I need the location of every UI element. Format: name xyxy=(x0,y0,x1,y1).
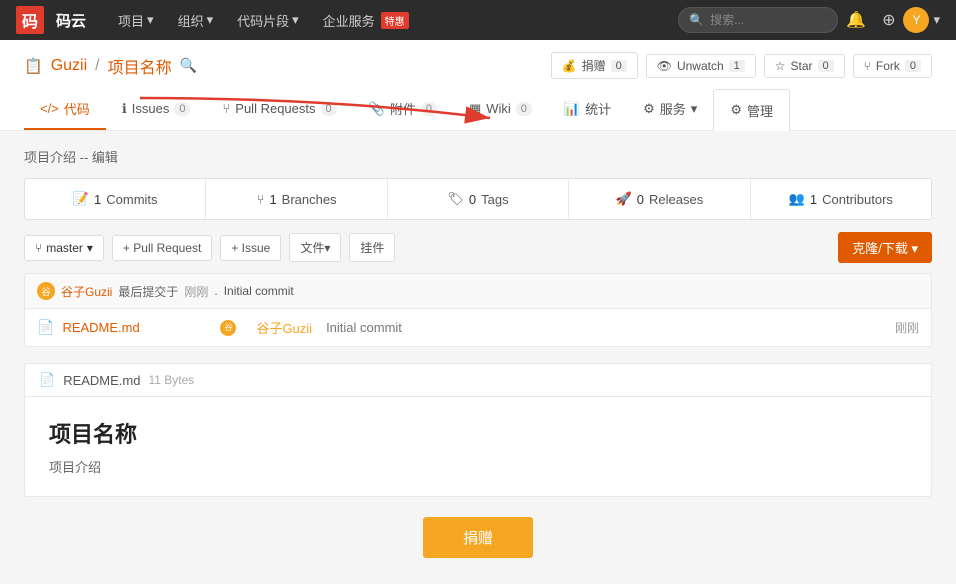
last-commit-bar: 谷 谷子Guzii 最后提交于 刚刚 . Initial commit xyxy=(24,273,932,309)
nav-item-projects[interactable]: 项目 ▾ xyxy=(106,0,166,40)
readme-section: 📄 README.md 11 Bytes 项目名称 项目介绍 xyxy=(24,363,932,497)
tab-nav: </> 代码 ℹ Issues 0 ⑂ Pull Requests 0 📎 附件… xyxy=(24,89,932,130)
file-row: 📄 README.md 谷 谷子Guzii Initial commit 刚刚 xyxy=(25,309,931,346)
fork-icon: ⑂ xyxy=(864,59,871,73)
logo-icon[interactable]: 码 xyxy=(16,6,44,34)
clone-download-btn[interactable]: 克隆/下载 ▾ xyxy=(838,232,932,263)
readme-description: 项目介绍 xyxy=(49,457,907,476)
stat-commits[interactable]: 📝 1 Commits xyxy=(25,179,206,219)
readme-size: 11 Bytes xyxy=(148,373,194,387)
code-icon: </> xyxy=(40,101,59,116)
nav-item-orgs[interactable]: 组织 ▾ xyxy=(166,0,226,40)
file-commit-author[interactable]: 谷子Guzii xyxy=(256,318,312,337)
tags-icon: 🏷 xyxy=(447,191,464,207)
file-name[interactable]: README.md xyxy=(62,320,212,335)
main-content: 项目介绍 -- 编辑 📝 1 Commits ⑂ 1 Branches 🏷 0 … xyxy=(0,131,956,584)
stat-tags[interactable]: 🏷 0 Tags xyxy=(388,179,569,219)
readme-title: 项目名称 xyxy=(49,417,907,449)
plus-icon[interactable]: ⊕ xyxy=(874,10,903,30)
top-nav: 码 码云 项目 ▾ 组织 ▾ 代码片段 ▾ 企业服务 特惠 🔍 🔔 ⊕ Y ▾ xyxy=(0,0,956,40)
commits-icon: 📝 xyxy=(73,191,89,207)
manage-icon: ⚙ xyxy=(730,102,742,118)
tab-manage[interactable]: ⚙ 管理 xyxy=(713,89,790,131)
pull-request-btn[interactable]: + Pull Request xyxy=(112,235,212,261)
file-icon: 📄 xyxy=(37,319,54,336)
commit-time: 刚刚 xyxy=(184,283,208,300)
repo-owner[interactable]: Guzii xyxy=(51,57,87,75)
branch-icon: ⑂ xyxy=(35,241,42,255)
donate-main-button[interactable]: 捐赠 xyxy=(423,517,533,558)
sub-header: 📋 Guzii / 项目名称 🔍 💰 捐赠 0 👁 Unwatch 1 xyxy=(0,40,956,131)
stat-contributors[interactable]: 👥 1 Contributors xyxy=(751,179,931,219)
repo-actions: 💰 捐赠 0 👁 Unwatch 1 ☆ Star 0 ⑂ Fork xyxy=(551,52,932,79)
stats-bar: 📝 1 Commits ⑂ 1 Branches 🏷 0 Tags 🚀 0 Re… xyxy=(24,178,932,220)
eye-icon: 👁 xyxy=(657,59,672,73)
avatar-dropdown[interactable]: ▾ xyxy=(929,12,940,28)
services-icon: ⚙ xyxy=(643,101,655,117)
search-input[interactable] xyxy=(710,13,827,27)
stat-branches[interactable]: ⑂ 1 Branches xyxy=(206,179,387,219)
repo-title: 📋 Guzii / 项目名称 🔍 xyxy=(24,54,197,78)
issues-icon: ℹ xyxy=(122,101,127,117)
search-box: 🔍 xyxy=(678,7,838,33)
readme-body: 项目名称 项目介绍 xyxy=(25,397,931,496)
widget-btn[interactable]: 挂件 xyxy=(349,233,395,262)
file-commit-msg: Initial commit xyxy=(326,320,887,335)
pr-icon: ⑂ xyxy=(222,101,230,116)
tab-code[interactable]: </> 代码 xyxy=(24,89,106,130)
readme-header: 📄 README.md 11 Bytes xyxy=(25,364,931,397)
attach-icon: 📎 xyxy=(369,101,385,117)
readme-icon: 📄 xyxy=(39,372,55,388)
verified-icon: 🔍 xyxy=(180,57,197,74)
file-btn[interactable]: 文件▾ xyxy=(289,233,341,262)
fork-button[interactable]: ⑂ Fork 0 xyxy=(853,54,932,78)
star-icon: ☆ xyxy=(775,59,786,73)
donate-button[interactable]: 💰 捐赠 0 xyxy=(551,52,638,79)
branches-icon: ⑂ xyxy=(257,192,265,207)
issue-btn[interactable]: + Issue xyxy=(220,235,281,261)
branch-selector[interactable]: ⑂ master ▾ xyxy=(24,235,104,261)
tab-services[interactable]: ⚙ 服务 ▾ xyxy=(627,89,713,130)
wiki-icon: ▦ xyxy=(469,101,481,117)
stats-icon: 📊 xyxy=(564,101,580,117)
unwatch-button[interactable]: 👁 Unwatch 1 xyxy=(646,54,756,78)
file-time: 刚刚 xyxy=(895,319,919,336)
commit-avatar: 谷 xyxy=(37,282,55,300)
donate-section: 捐赠 xyxy=(24,497,932,568)
search-icon: 🔍 xyxy=(689,13,704,27)
project-desc: 项目介绍 -- 编辑 xyxy=(24,147,932,166)
readme-filename: README.md xyxy=(63,373,140,388)
nav-item-enterprise[interactable]: 企业服务 特惠 xyxy=(311,0,421,40)
commit-author[interactable]: 谷子Guzii xyxy=(61,283,112,300)
avatar[interactable]: Y xyxy=(903,7,929,33)
contributors-icon: 👥 xyxy=(789,191,805,207)
nav-item-snippets[interactable]: 代码片段 ▾ xyxy=(225,0,311,40)
donate-icon: 💰 xyxy=(562,59,577,73)
commit-message: Initial commit xyxy=(224,284,294,298)
repo-icon: 📋 xyxy=(24,57,43,75)
bell-icon[interactable]: 🔔 xyxy=(838,10,874,30)
file-list: 📄 README.md 谷 谷子Guzii Initial commit 刚刚 xyxy=(24,309,932,347)
brand-name: 码云 xyxy=(56,10,86,31)
toolbar: ⑂ master ▾ + Pull Request + Issue 文件▾ 挂件… xyxy=(24,232,932,263)
tab-stats[interactable]: 📊 统计 xyxy=(548,89,627,130)
releases-icon: 🚀 xyxy=(616,191,632,207)
tab-attachments[interactable]: 📎 附件 0 xyxy=(353,89,453,130)
tab-wiki[interactable]: ▦ Wiki 0 xyxy=(453,89,548,130)
tab-issues[interactable]: ℹ Issues 0 xyxy=(106,89,207,130)
star-button[interactable]: ☆ Star 0 xyxy=(764,54,845,78)
file-commit-avatar: 谷 xyxy=(220,320,236,336)
stat-releases[interactable]: 🚀 0 Releases xyxy=(569,179,750,219)
repo-name[interactable]: 项目名称 xyxy=(108,54,172,78)
tab-pull-requests[interactable]: ⑂ Pull Requests 0 xyxy=(206,89,352,130)
